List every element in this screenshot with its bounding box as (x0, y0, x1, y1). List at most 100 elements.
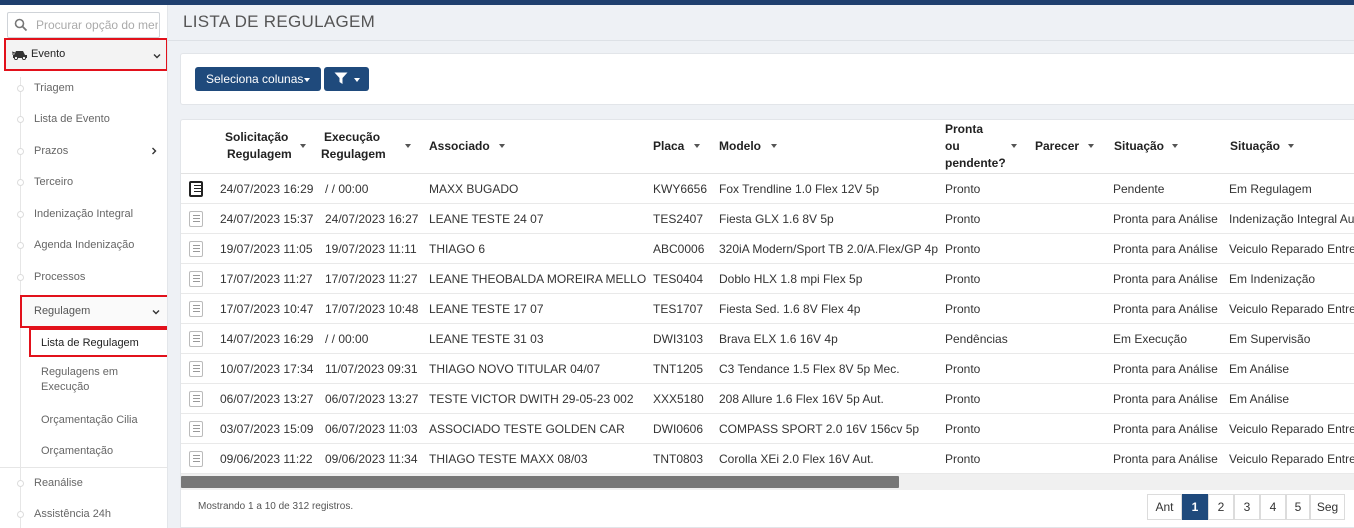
sidebar-item-agenda-indenizacao[interactable]: Agenda Indenização (0, 230, 167, 261)
sidebar-item-label: Processos (34, 271, 86, 283)
cell-modelo: COMPASS SPORT 2.0 16V 156cv 5p (719, 422, 920, 436)
document-icon[interactable] (189, 421, 203, 437)
table-row[interactable]: 24/07/2023 16:29 / / 00:00 MAXX BUGADO KWY6… (181, 174, 1354, 204)
pagination-page-5[interactable]: 5 (1286, 494, 1310, 520)
cell-modelo: Fiesta Sed. 1.6 8V Flex 4p (719, 302, 861, 316)
document-icon[interactable] (189, 241, 203, 257)
column-header-situacao-2[interactable]: Situação (1229, 120, 1329, 172)
cell-placa: TES2407 (653, 212, 704, 226)
sort-icon (1088, 144, 1094, 148)
sidebar-item-processos[interactable]: Processos (0, 262, 167, 293)
table-row[interactable]: 17/07/2023 10:47 17/07/2023 10:48 LEANE TE… (181, 294, 1354, 324)
cell-situacao2: Veiculo Reparado Entreg (1229, 302, 1354, 316)
sidebar-item-assistencia[interactable]: Assistência 24h (0, 499, 167, 528)
cell-solicitacao: 09/06/2023 11:22 (220, 452, 313, 466)
sidebar-item-prazos[interactable]: Prazos (0, 136, 167, 167)
sidebar-item-label: Assistência 24h (34, 508, 112, 520)
pagination-page-4[interactable]: 4 (1260, 494, 1286, 520)
document-icon[interactable] (189, 451, 203, 467)
table-row[interactable]: 03/07/2023 15:09 06/07/2023 11:03 ASSOCIAD… (181, 414, 1354, 444)
cell-solicitacao: 24/07/2023 16:29 (220, 182, 314, 196)
cell-solicitacao: 03/07/2023 15:09 (220, 422, 314, 436)
search-icon (14, 18, 28, 32)
sidebar-item-indenizacao-integral[interactable]: Indenização Integral (0, 199, 167, 230)
column-header-situacao[interactable]: Situação (1113, 120, 1213, 172)
cell-execucao: 24/07/2023 16:27 (325, 212, 419, 226)
table-row[interactable]: 06/07/2023 13:27 06/07/2023 13:27 TESTE VI… (181, 384, 1354, 414)
cell-associado: ASSOCIADO TESTE GOLDEN CAR (429, 422, 625, 436)
cell-execucao: / / 00:00 (325, 332, 369, 346)
table-row[interactable]: 09/06/2023 11:22 09/06/2023 11:34 THIAGO T… (181, 444, 1354, 474)
car-icon (12, 51, 27, 60)
sidebar-item-reanalise[interactable]: Reanálise (0, 468, 167, 499)
sidebar-item-lista-evento[interactable]: Lista de Evento (0, 104, 167, 135)
pagination-prev[interactable]: Ant (1147, 494, 1182, 520)
cell-placa: DWI3103 (653, 332, 704, 346)
cell-solicitacao: 24/07/2023 15:37 (220, 212, 314, 226)
header-label: Situação (1230, 139, 1281, 153)
column-header-placa[interactable]: Placa (653, 120, 713, 172)
header-label: Regulagem (321, 147, 386, 161)
search-input[interactable] (36, 16, 158, 34)
document-icon[interactable] (189, 271, 203, 287)
horizontal-scrollbar[interactable] (181, 474, 1354, 490)
sidebar-subitem-orcamentacao[interactable]: Orçamentação (0, 444, 167, 464)
table-row[interactable]: 14/07/2023 16:29 / / 00:00 LEANE TESTE 31 … (181, 324, 1354, 354)
cell-modelo: Fiesta GLX 1.6 8V 5p (719, 212, 834, 226)
column-header-execucao[interactable]: Execução Regulagem (320, 120, 415, 172)
table-row[interactable]: 17/07/2023 11:27 17/07/2023 11:27 LEANE TH… (181, 264, 1354, 294)
document-icon[interactable] (189, 181, 203, 197)
chevron-down-icon (153, 54, 161, 59)
column-header-parecer[interactable]: Parecer (1034, 120, 1104, 172)
sidebar-item-regulagem[interactable]: Regulagem (20, 295, 167, 328)
cell-pronta: Pronto (945, 422, 981, 436)
pagination-page-2[interactable]: 2 (1208, 494, 1234, 520)
sidebar-item-triagem[interactable]: Triagem (0, 73, 167, 104)
cell-situacao2: Em Regulagem (1229, 182, 1312, 196)
document-icon[interactable] (189, 301, 203, 317)
cell-situacao2: Indenização Integral Aut (1229, 212, 1354, 226)
sidebar-item-label: Lista de Regulagem (41, 337, 139, 349)
column-header-associado[interactable]: Associado (429, 120, 629, 172)
scrollbar-thumb[interactable] (181, 476, 899, 488)
sidebar-subitem-orcamentacao-cilia[interactable]: Orçamentação Cilia (0, 413, 167, 433)
records-info: Mostrando 1 a 10 de 312 registros. (198, 501, 354, 512)
bullet-icon (17, 242, 24, 249)
document-icon[interactable] (189, 391, 203, 407)
column-header-pronta[interactable]: Pronta ou pendente? (944, 120, 1024, 172)
column-header-modelo[interactable]: Modelo (719, 120, 919, 172)
cell-situacao1: Pronta para Análise (1113, 302, 1218, 316)
column-header-solicitacao[interactable]: Solicitação Regulagem (219, 120, 314, 172)
cell-modelo: Brava ELX 1.6 16V 4p (719, 332, 838, 346)
document-icon[interactable] (189, 211, 203, 227)
pagination-next[interactable]: Seg (1310, 494, 1345, 520)
sidebar-subitem-lista-regulagem[interactable]: Lista de Regulagem (29, 328, 167, 357)
header-label: Regulagem (227, 147, 292, 161)
table-row[interactable]: 10/07/2023 17:34 11/07/2023 09:31 THIAGO N… (181, 354, 1354, 384)
cell-associado: TESTE VICTOR DWITH 29-05-23 002 (429, 392, 634, 406)
header-label: Situação (1114, 139, 1165, 153)
pagination-page-1[interactable]: 1 (1182, 494, 1208, 520)
table-row[interactable]: 19/07/2023 11:05 19/07/2023 11:11 THIAGO 6… (181, 234, 1354, 264)
sidebar-item-evento[interactable]: Evento (4, 38, 167, 71)
sidebar-item-label: Orçamentação (41, 445, 114, 457)
cell-placa: ABC0006 (653, 242, 705, 256)
document-icon[interactable] (189, 331, 203, 347)
cell-situacao1: Pronta para Análise (1113, 212, 1218, 226)
document-icon[interactable] (189, 361, 203, 377)
sidebar-item-label: Prazos (34, 145, 69, 157)
cell-execucao: 17/07/2023 11:27 (325, 272, 418, 286)
page-title: LISTA DE REGULAGEM (183, 12, 376, 31)
cell-placa: TNT0803 (653, 452, 704, 466)
sidebar-subitem-regulagens-execucao[interactable]: Regulagens em Execução (0, 365, 167, 399)
sidebar-item-label: Indenização Integral (34, 208, 134, 220)
bullet-icon (17, 511, 24, 518)
filter-button[interactable] (324, 67, 369, 91)
cell-solicitacao: 17/07/2023 11:27 (220, 272, 313, 286)
select-columns-button[interactable]: Seleciona colunas (195, 67, 321, 91)
table-row[interactable]: 24/07/2023 15:37 24/07/2023 16:27 LEANE TE… (181, 204, 1354, 234)
sidebar-item-terceiro[interactable]: Terceiro (0, 167, 167, 198)
cell-solicitacao: 17/07/2023 10:47 (220, 302, 314, 316)
pagination-page-3[interactable]: 3 (1234, 494, 1260, 520)
cell-associado: LEANE TESTE 17 07 (429, 302, 544, 316)
